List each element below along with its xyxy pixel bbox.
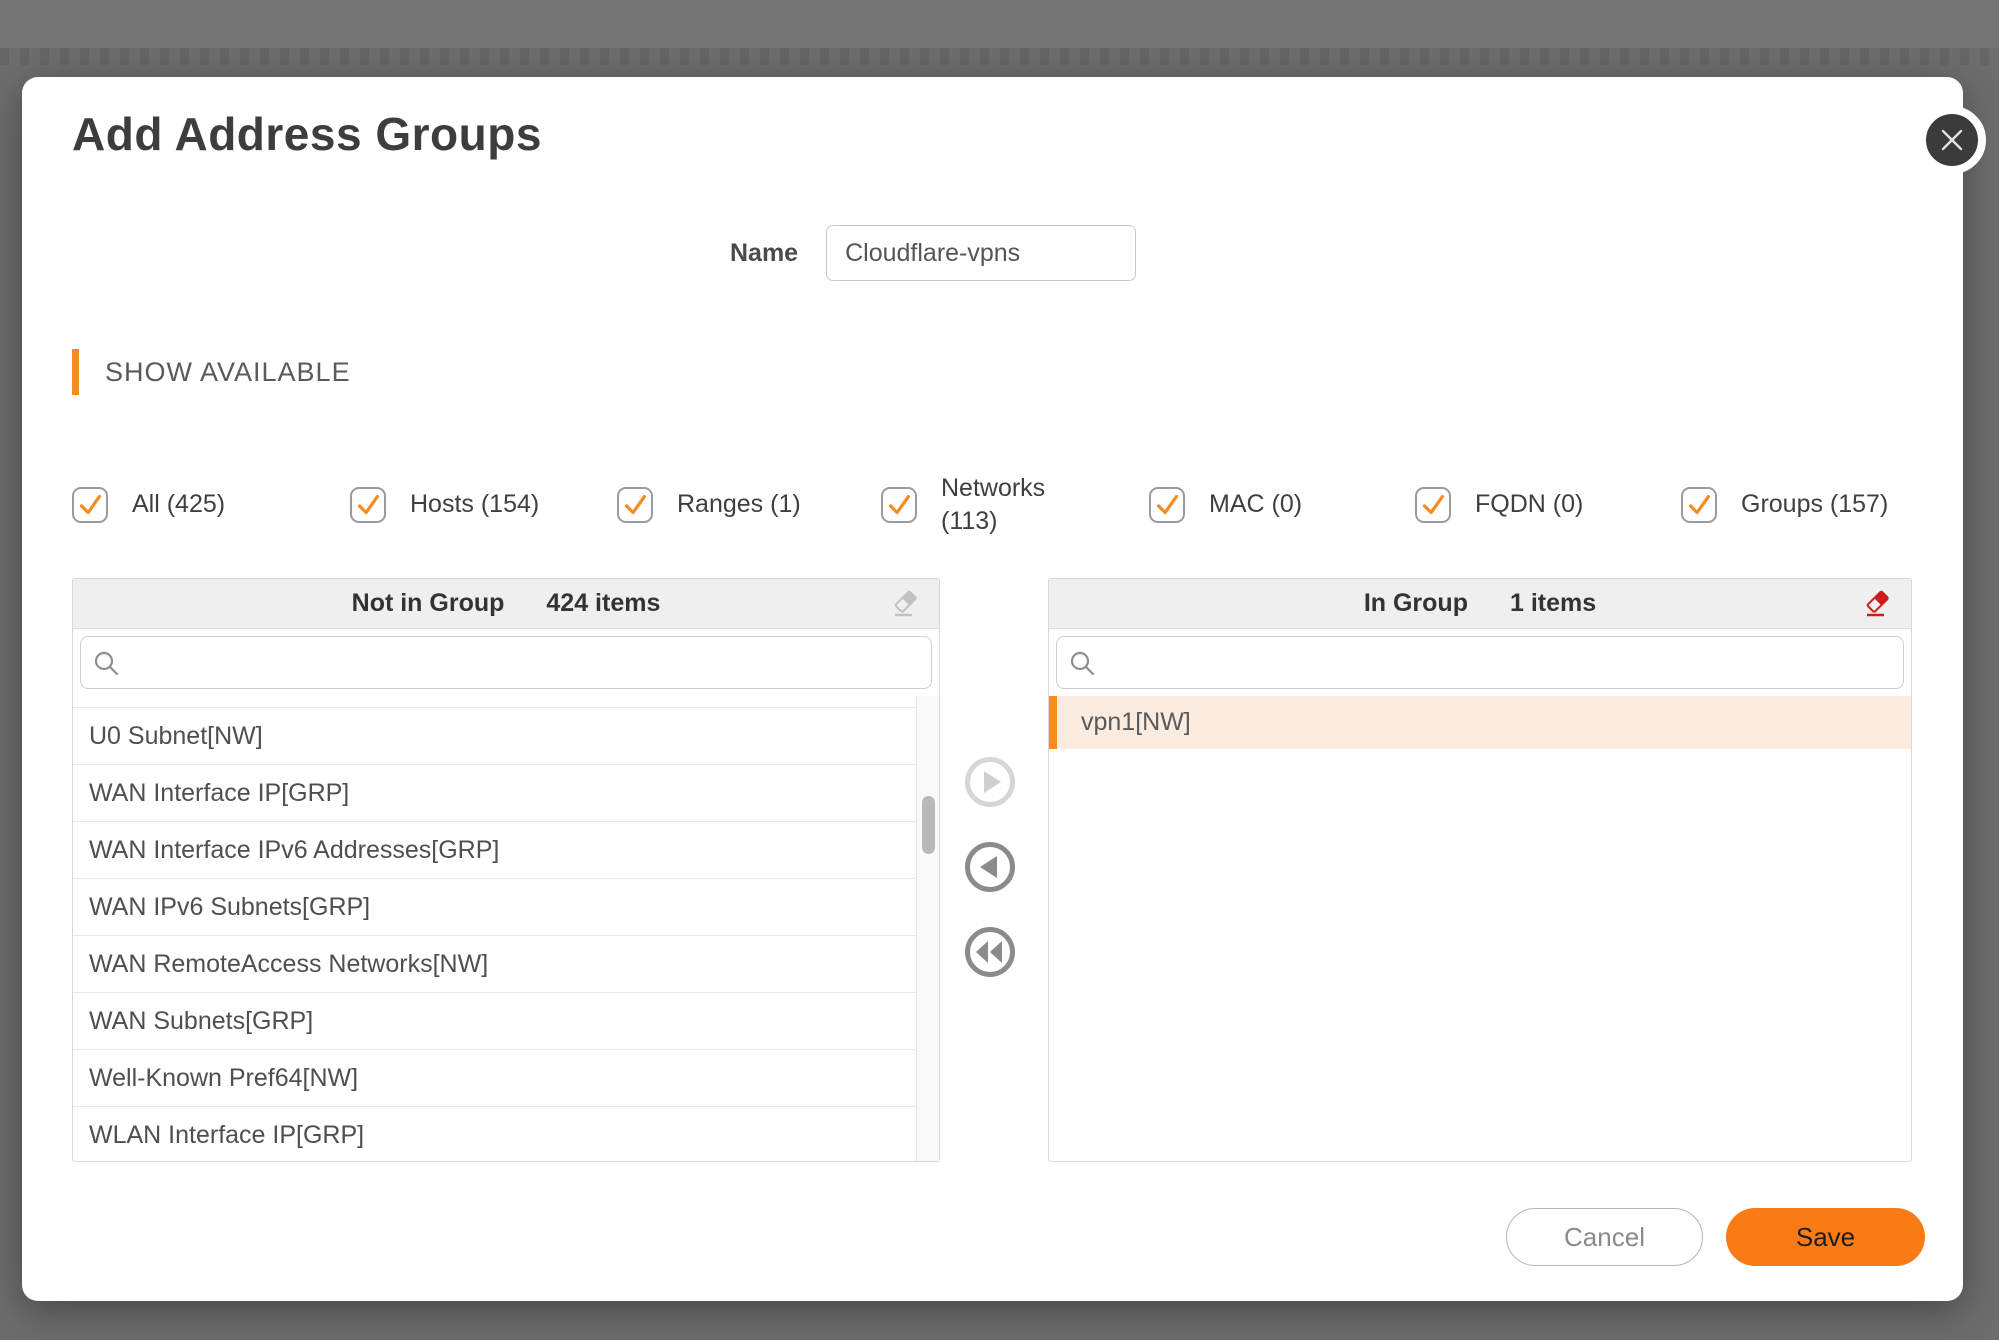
- filter-networks[interactable]: Networks (113): [881, 472, 1149, 537]
- in-group-list: vpn1[NW]: [1049, 696, 1911, 749]
- filter-label: All (425): [132, 488, 225, 521]
- filter-hosts[interactable]: Hosts (154): [350, 487, 617, 523]
- cancel-button[interactable]: Cancel: [1506, 1208, 1703, 1266]
- checkbox-networks[interactable]: [881, 487, 917, 523]
- list-item[interactable]: WAN IPv6 Subnets[GRP]: [73, 879, 939, 936]
- panel-title: In Group: [1364, 589, 1468, 618]
- not-in-group-search-input[interactable]: [80, 636, 932, 689]
- filter-all[interactable]: All (425): [72, 487, 350, 523]
- checkbox-ranges[interactable]: [617, 487, 653, 523]
- double-arrow-left-icon: [975, 941, 1005, 963]
- checkmark-icon: [619, 488, 651, 522]
- list-item[interactable]: WAN Subnets[GRP]: [73, 993, 939, 1050]
- panel-title: Not in Group: [352, 589, 505, 618]
- close-icon: [1937, 125, 1967, 155]
- section-accent-bar: [72, 349, 79, 395]
- page-title: Add Address Groups: [72, 107, 542, 161]
- filter-groups[interactable]: Groups (157): [1681, 487, 1921, 523]
- checkbox-all[interactable]: [72, 487, 108, 523]
- checkmark-icon: [352, 488, 384, 522]
- in-group-search-input[interactable]: [1056, 636, 1904, 689]
- list-item[interactable]: WAN RemoteAccess Networks[NW]: [73, 936, 939, 993]
- in-group-header: In Group 1 items: [1049, 579, 1911, 629]
- arrow-right-icon: [984, 771, 1001, 793]
- clear-all-button[interactable]: [1861, 587, 1895, 621]
- checkmark-icon: [1683, 488, 1715, 522]
- clear-filter-button[interactable]: [889, 587, 923, 621]
- scrollbar-track[interactable]: [916, 696, 939, 1162]
- list-item[interactable]: U0 Subnet[NW]: [73, 708, 939, 765]
- not-in-group-panel: Not in Group 424 items: [72, 578, 940, 1162]
- type-filter-row: All (425) Hosts (154) Ranges (1) Network…: [72, 472, 1922, 537]
- list-item[interactable]: Well-Known Pref64[NW]: [73, 1050, 939, 1107]
- checkmark-icon: [883, 488, 915, 522]
- filter-label: FQDN (0): [1475, 488, 1583, 521]
- eraser-icon: [890, 588, 922, 620]
- add-address-groups-dialog: Add Address Groups Name SHOW AVAILABLE A…: [22, 77, 1963, 1301]
- dimmed-background-strip: [0, 0, 1999, 48]
- filter-label: MAC (0): [1209, 488, 1302, 521]
- in-group-search: [1056, 636, 1904, 689]
- filter-ranges[interactable]: Ranges (1): [617, 487, 881, 523]
- list-item-partial: [73, 696, 939, 708]
- scrollbar-thumb[interactable]: [922, 796, 935, 854]
- list-item[interactable]: WAN Interface IP[GRP]: [73, 765, 939, 822]
- name-field-row: Name: [730, 225, 1136, 281]
- filter-label: Ranges (1): [677, 488, 801, 521]
- dimmed-background-texture: [0, 48, 1999, 65]
- filter-label: Hosts (154): [410, 488, 539, 521]
- list-item[interactable]: WAN Interface IPv6 Addresses[GRP]: [73, 822, 939, 879]
- not-in-group-search: [80, 636, 932, 689]
- section-title: SHOW AVAILABLE: [105, 357, 351, 388]
- save-button[interactable]: Save: [1726, 1208, 1925, 1266]
- name-input[interactable]: [826, 225, 1136, 281]
- show-available-section: SHOW AVAILABLE: [72, 349, 351, 395]
- list-item[interactable]: WLAN Interface IP[GRP]: [73, 1107, 939, 1162]
- list-item-selected[interactable]: vpn1[NW]: [1049, 696, 1911, 749]
- checkmark-icon: [74, 488, 106, 522]
- filter-label: Networks (113): [941, 472, 1067, 537]
- move-left-button[interactable]: [965, 842, 1015, 892]
- checkmark-icon: [1151, 488, 1183, 522]
- filter-label: Groups (157): [1741, 488, 1888, 521]
- filter-mac[interactable]: MAC (0): [1149, 487, 1415, 523]
- dialog-actions: Cancel Save: [1506, 1208, 1925, 1266]
- not-in-group-list: U0 Subnet[NW] WAN Interface IP[GRP] WAN …: [73, 696, 939, 1162]
- checkbox-groups[interactable]: [1681, 487, 1717, 523]
- filter-fqdn[interactable]: FQDN (0): [1415, 487, 1681, 523]
- name-label: Name: [730, 239, 798, 268]
- in-group-panel: In Group 1 items: [1048, 578, 1912, 1162]
- move-all-left-button[interactable]: [965, 927, 1015, 977]
- panel-item-count: 1 items: [1510, 589, 1596, 618]
- not-in-group-header: Not in Group 424 items: [73, 579, 939, 629]
- close-button[interactable]: [1918, 106, 1986, 174]
- eraser-icon: [1862, 588, 1894, 620]
- transfer-buttons: [965, 757, 1015, 977]
- checkbox-fqdn[interactable]: [1415, 487, 1451, 523]
- checkmark-icon: [1417, 488, 1449, 522]
- checkbox-mac[interactable]: [1149, 487, 1185, 523]
- arrow-left-icon: [980, 856, 997, 878]
- move-right-button[interactable]: [965, 757, 1015, 807]
- checkbox-hosts[interactable]: [350, 487, 386, 523]
- panel-item-count: 424 items: [546, 589, 660, 618]
